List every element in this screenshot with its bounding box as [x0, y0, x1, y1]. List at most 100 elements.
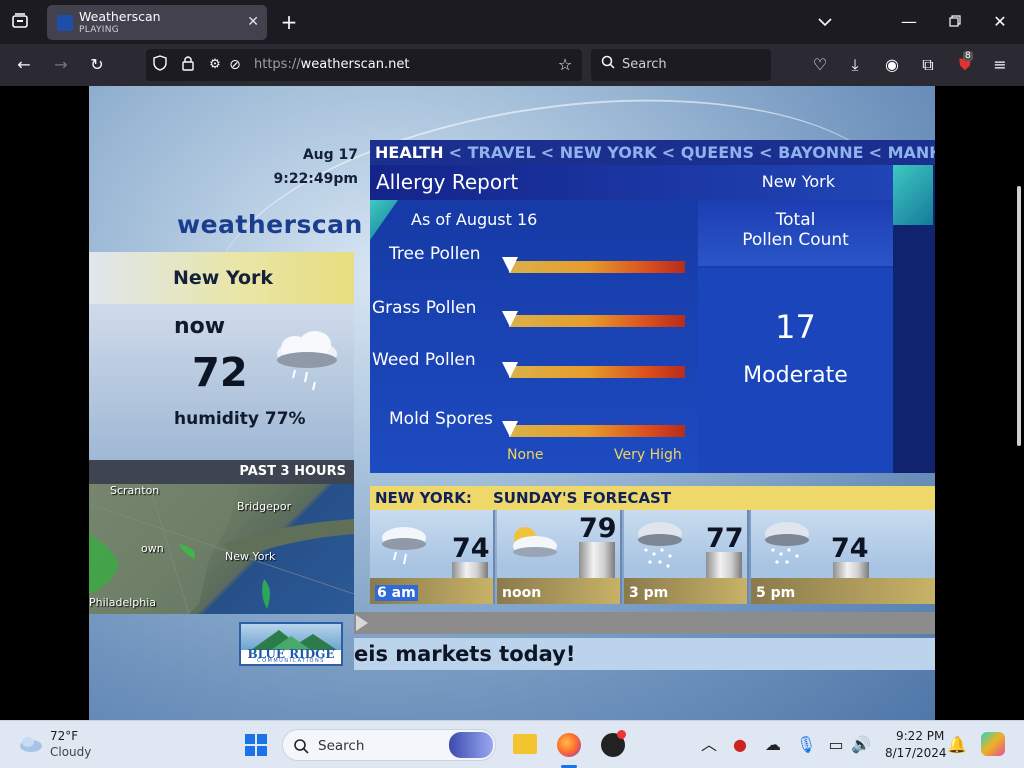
nav-manhattan: < MANHA: [868, 143, 935, 162]
search-icon: [599, 55, 617, 75]
total-pollen-level: Moderate: [743, 363, 848, 388]
search-input[interactable]: Search: [591, 49, 771, 81]
pocket-icon[interactable]: ♡: [810, 55, 830, 75]
network-icon[interactable]: ▭: [827, 735, 845, 755]
sponsor-ad: BLUE RIDGE COMMUNICATIONS: [239, 622, 343, 666]
as-of-label: As of August 16: [411, 210, 538, 229]
permissions-icon[interactable]: ⚙: [206, 55, 224, 75]
taskbar-search-label: Search: [318, 738, 365, 754]
weed-pollen-gauge: [509, 366, 685, 378]
city-bar: New York: [89, 252, 354, 304]
window-close-icon[interactable]: ✕: [990, 12, 1010, 32]
tray-app-icon[interactable]: ●: [731, 735, 749, 755]
forward-icon[interactable]: →: [50, 55, 72, 75]
browser-nav-bar: ← → ↻ ⚙ ⊘ https://weatherscan.net ☆ Sear…: [0, 44, 1024, 86]
weather-widget[interactable]: 72°F Cloudy: [16, 727, 126, 763]
play-triangle-icon: [356, 615, 368, 631]
tree-pollen-pointer: [502, 257, 518, 273]
current-temp: 72: [192, 350, 248, 396]
volume-icon[interactable]: 🔊: [851, 735, 871, 755]
lock-icon[interactable]: [179, 55, 197, 76]
new-tab-icon[interactable]: +: [279, 12, 299, 32]
mold-spores-pointer: [502, 421, 518, 437]
sponsor-sub: COMMUNICATIONS: [257, 658, 325, 664]
weather-temp: 72°F: [50, 729, 79, 743]
weatherscan-player[interactable]: Aug 17 9:22:49pm weatherscan New York no…: [89, 86, 935, 720]
total-title-line1: Total: [775, 210, 816, 230]
download-icon[interactable]: ⤓: [845, 55, 865, 75]
total-title-line2: Pollen Count: [742, 230, 849, 250]
nav-queens: < QUEENS: [661, 143, 755, 162]
autoplay-blocked-icon[interactable]: ⊘: [226, 55, 244, 75]
bell-icon[interactable]: 🔔: [947, 735, 967, 755]
account-icon[interactable]: ◉: [882, 55, 902, 75]
search-icon: [293, 738, 309, 758]
tracking-shield-icon[interactable]: [151, 55, 169, 76]
crawl-text: eis markets today!: [354, 642, 576, 666]
file-explorer-icon[interactable]: [513, 734, 537, 754]
chevron-up-icon[interactable]: ︿: [700, 735, 718, 755]
copilot-icon[interactable]: [981, 732, 1005, 756]
report-title-bar: Allergy Report New York: [370, 165, 893, 200]
mold-spores-gauge: [509, 425, 685, 437]
total-pollen-count: 17: [775, 308, 816, 346]
forecast-period: 79 noon: [497, 510, 622, 604]
total-pollen-count-box: 17 Moderate: [698, 268, 893, 473]
grass-pollen-gauge: [509, 315, 685, 327]
reload-icon[interactable]: ↻: [86, 55, 108, 75]
forecast-period: 74 6 am: [370, 510, 495, 604]
minimize-icon[interactable]: —: [899, 12, 919, 32]
extension-badge: 8: [963, 51, 973, 61]
tree-pollen-label: Tree Pollen: [389, 244, 481, 264]
forecast-time: 5 pm: [756, 585, 796, 601]
forecast-temp: 79: [579, 513, 617, 544]
map-label-bridgeport: Bridgepor: [237, 500, 292, 513]
chevron-down-icon[interactable]: [815, 12, 835, 32]
extensions-icon[interactable]: ⧉: [918, 55, 938, 75]
clock-time[interactable]: 9:22 PM: [896, 729, 944, 743]
search-highlight-icon: [449, 732, 493, 758]
start-icon[interactable]: [244, 733, 268, 761]
firefox-icon[interactable]: [557, 733, 581, 757]
map-label-philadelphia: Philadelphia: [89, 596, 157, 609]
tab-overview-icon[interactable]: [10, 12, 30, 35]
forecast-temp: 77: [706, 523, 744, 554]
tab-weatherscan[interactable]: Weatherscan PLAYING ✕: [47, 5, 267, 40]
nav-new-york: < NEW YORK: [540, 143, 657, 162]
forecast-time: noon: [502, 585, 542, 601]
city-name: New York: [173, 267, 274, 289]
forecast-time: 3 pm: [629, 585, 669, 601]
taskbar-search[interactable]: Search: [282, 729, 496, 761]
restore-icon[interactable]: [945, 12, 965, 32]
menu-icon[interactable]: ≡: [990, 55, 1010, 75]
tab-title: Weatherscan: [79, 9, 161, 24]
forecast-temp: 74: [452, 533, 490, 564]
rain-shower-icon: [630, 516, 686, 574]
weed-pollen-label: Weed Pollen: [372, 350, 476, 370]
map-label-new-york: New York: [225, 550, 276, 563]
total-pollen-header: Total Pollen Count: [698, 200, 893, 266]
forecast-time: 6 am: [375, 585, 418, 601]
partly-cloudy-icon: [503, 520, 559, 568]
map-label-scranton: Scranton: [110, 484, 160, 497]
back-icon[interactable]: ←: [13, 55, 35, 75]
bookmark-star-icon[interactable]: ☆: [556, 55, 574, 75]
nav-health: HEALTH: [375, 143, 444, 162]
date-label: Aug 17: [302, 147, 358, 163]
radar-map-graphic: [89, 484, 354, 614]
grass-pollen-pointer: [502, 311, 518, 327]
tab-playing-status: PLAYING: [79, 25, 120, 35]
close-icon[interactable]: ✕: [247, 14, 259, 30]
clock-date[interactable]: 8/17/2024: [885, 746, 947, 760]
rain-shower-icon: [757, 516, 813, 574]
segment-nav: HEALTH < TRAVEL < NEW YORK < QUEENS < BA…: [370, 140, 935, 165]
url-bar[interactable]: ⚙ ⊘ https://weatherscan.net ☆: [146, 49, 582, 81]
microphone-icon[interactable]: 🎙: [796, 735, 816, 755]
weed-pollen-pointer: [502, 362, 518, 378]
forecast-temp: 74: [831, 533, 869, 564]
scale-none-label: None: [507, 447, 544, 463]
weatherscan-favicon-icon: [57, 15, 73, 31]
cloud-offline-icon[interactable]: ☁: [763, 735, 783, 755]
search-placeholder: Search: [622, 57, 667, 72]
page-scrollbar[interactable]: [1017, 186, 1021, 446]
